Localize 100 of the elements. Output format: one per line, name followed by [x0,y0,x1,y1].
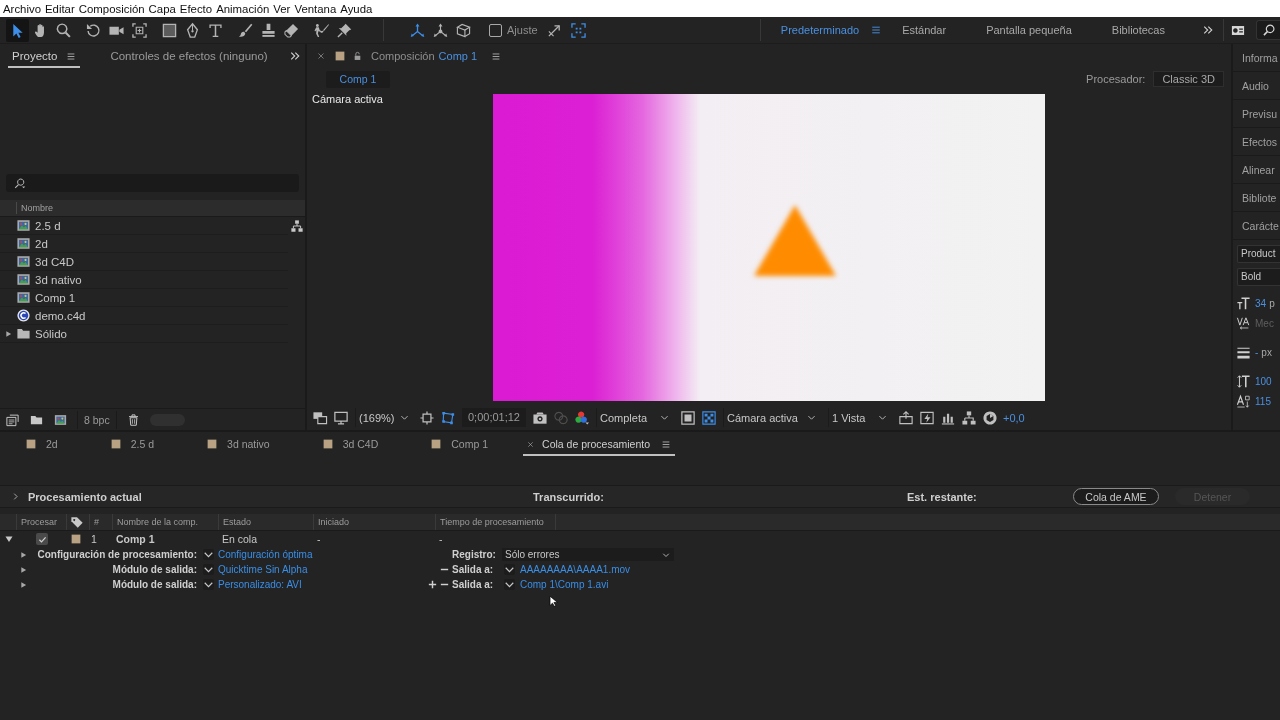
project-item[interactable]: 2.5 d [0,217,288,235]
padlock-icon[interactable] [353,51,362,61]
renderer-button[interactable]: Classic 3D [1153,71,1224,87]
resolution-dropdown[interactable]: Completa [596,408,674,427]
menu-item[interactable]: Ayuda [340,1,373,16]
search-button[interactable] [1256,20,1280,40]
project-item[interactable]: Comp 1 [0,289,288,307]
panel-tab[interactable]: Efectos [1233,128,1280,156]
panel-tab-title[interactable]: Composición [371,50,435,62]
plus-icon[interactable] [428,580,437,589]
column-header[interactable]: Procesar [21,517,57,527]
panel-tab[interactable]: Proyecto [8,44,81,68]
render-checkbox[interactable] [36,533,48,545]
menu-icon[interactable] [661,439,672,449]
render-queue-tab[interactable]: Cola de procesamiento [523,432,676,456]
column-header[interactable]: Nombre de la comp. [117,517,199,527]
project-item[interactable]: 2d [0,235,288,253]
log-dropdown[interactable]: Sólo errores [502,548,674,561]
render-settings-link[interactable]: Configuración óptima [218,549,313,560]
dashed-frame-icon[interactable] [570,22,586,38]
comp-tab[interactable]: 2.5 d [90,432,188,456]
project-item[interactable]: 3d nativo [0,271,288,289]
bit-depth-button[interactable]: 8 bpc [77,410,117,429]
view-dropdown[interactable]: Cámara activa [723,408,821,427]
disclosure-triangle-icon[interactable] [5,535,13,543]
box-arrow-icon[interactable] [899,410,913,425]
comp-tab[interactable]: 2d [6,432,91,456]
panel-tab[interactable]: Informa [1233,44,1280,72]
character-value[interactable]: - [1255,346,1259,358]
dropdown-caret-icon[interactable] [504,579,515,590]
project-item[interactable]: 3d C4D [0,253,288,271]
workspace-tab[interactable]: Predeterminado [780,24,860,36]
flowchart-icon[interactable] [290,220,303,232]
composition-icon[interactable] [53,413,68,426]
panel-tab[interactable]: Controles de efectos (ninguno) [106,44,272,68]
project-item[interactable]: Sólido [0,325,288,343]
queue-button[interactable]: Cola de AME [1073,488,1159,505]
panel-tab[interactable]: Bibliote [1233,184,1280,212]
search-field[interactable] [6,174,299,192]
menu-item[interactable]: Efecto [179,1,213,16]
menu-item[interactable]: Capa [148,1,176,16]
path-points-icon[interactable] [441,410,455,425]
character-value[interactable]: 100 [1255,375,1272,387]
output-file-link[interactable]: Comp 1\Comp 1.avi [520,579,609,590]
timecode-field[interactable]: 0;00;01;12 [462,408,526,427]
lightning-icon[interactable] [920,410,934,425]
zoom-dropdown[interactable]: (169%) [355,408,413,427]
menu-item[interactable]: Archivo [3,1,41,16]
rgb-circles-icon[interactable] [575,410,589,425]
project-item[interactable]: demo.c4d [0,307,288,325]
overlapping-screens-icon[interactable] [313,410,327,425]
comp-view-tab[interactable]: Comp 1 [326,70,390,88]
menu-item[interactable]: Composición [78,1,145,16]
output-module-link[interactable]: Quicktime Sin Alpha [218,564,308,575]
column-header[interactable]: Iniciado [318,517,350,527]
dropdown-caret-icon[interactable] [203,549,214,560]
column-header[interactable]: Nombre [0,200,305,217]
folder-icon[interactable] [29,413,44,426]
disclosure-triangle-icon[interactable] [20,550,27,559]
dial-icon[interactable] [983,410,997,425]
comp-tab[interactable]: 3d C4D [302,432,412,456]
close-icon[interactable] [527,440,535,448]
comp-name[interactable]: Comp 1 [438,50,478,62]
panel-tab[interactable]: Carácte [1233,212,1280,240]
disclosure-triangle-icon[interactable] [20,580,27,589]
panel-tab[interactable]: Alinear [1233,156,1280,184]
menu-icon[interactable] [66,51,77,61]
chevrons-icon[interactable] [290,51,300,61]
tag-icon[interactable] [71,516,83,528]
stacked-screens-icon[interactable] [5,413,20,426]
settings-panel-icon[interactable] [1230,23,1246,37]
flowchart-icon[interactable] [962,410,976,425]
column-header[interactable]: Tiempo de procesamiento [440,517,544,527]
selection-tool[interactable] [6,18,29,42]
layout-dropdown[interactable]: 1 Vista [828,408,892,427]
region-frame-icon[interactable] [681,410,695,425]
diagonal-arrow-icon[interactable] [546,22,562,38]
menu-item[interactable]: Animación [216,1,270,16]
font-dropdown[interactable]: Product [1237,245,1280,263]
workspace-tab[interactable]: Pantalla pequeña [986,24,1072,36]
snap-checkbox[interactable] [489,23,502,37]
menu-item[interactable]: Editar [45,1,75,16]
checkerboard-icon[interactable] [702,410,716,425]
camera-icon[interactable] [533,410,547,425]
menu-icon[interactable] [871,25,882,35]
panel-tab[interactable]: Previsu [1233,100,1280,128]
close-icon[interactable] [317,52,325,60]
output-file-link[interactable]: AAAAAAAA\AAAA1.mov [520,564,631,575]
monitor-icon[interactable] [334,410,348,425]
dropdown-caret-icon[interactable] [203,579,214,590]
exposure-value[interactable]: +0,0 [1003,411,1025,424]
panel-tab[interactable]: Audio [1233,72,1280,100]
character-value[interactable]: 34 [1255,297,1267,309]
font-style-dropdown[interactable]: Bold [1237,268,1280,286]
column-header[interactable]: Estado [223,517,252,527]
column-header[interactable]: # [94,517,99,527]
disclosure-chevron-icon[interactable] [12,492,19,501]
crosshair-frame-icon[interactable] [420,410,434,425]
menu-item[interactable]: Ver [273,1,291,16]
menu-item[interactable]: Ventana [294,1,337,16]
